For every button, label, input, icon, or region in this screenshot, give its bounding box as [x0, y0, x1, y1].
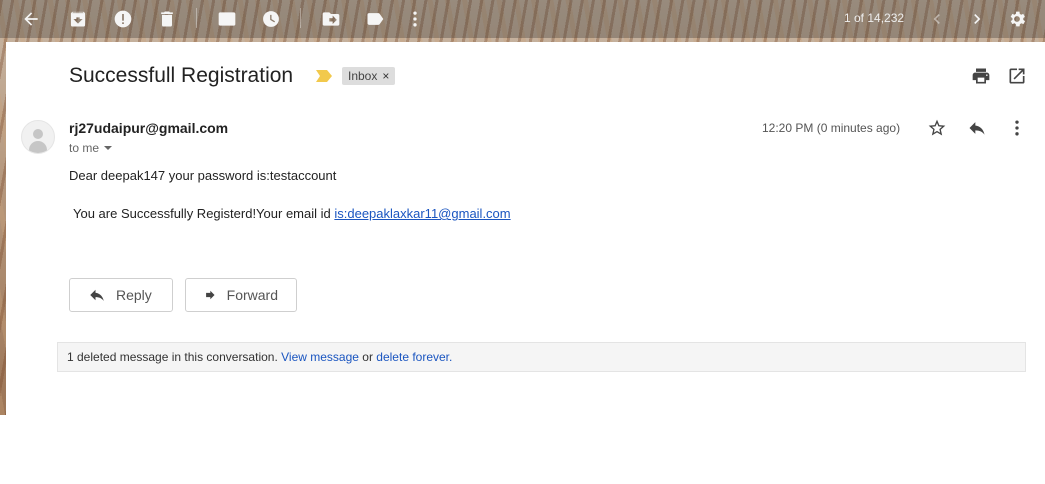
recipient-text: to me [69, 141, 100, 155]
labels-icon[interactable] [364, 8, 386, 30]
more-vert-icon[interactable] [404, 8, 426, 30]
remove-label-button[interactable]: × [382, 69, 389, 83]
forward-button-label: Forward [226, 287, 278, 303]
toolbar-divider [300, 8, 301, 28]
top-toolbar: 1 of 14,232 [0, 0, 1045, 38]
snooze-icon[interactable] [260, 8, 282, 30]
delete-forever-link[interactable]: delete forever. [376, 350, 452, 364]
email-subject: Successfull Registration [69, 64, 294, 87]
back-arrow-icon[interactable] [20, 8, 42, 30]
move-to-icon[interactable] [320, 8, 342, 30]
toolbar-divider [196, 8, 197, 28]
chevron-down-icon [104, 146, 113, 150]
chevron-right-icon[interactable] [966, 8, 988, 30]
email-body-line: You are Successfully Registerd!Your emai… [73, 206, 511, 221]
reply-icon [90, 289, 104, 301]
deleted-notice-or: or [358, 350, 377, 364]
email-timestamp: 12:20 PM (0 minutes ago) [762, 121, 901, 135]
sender-email[interactable]: rj27udaipur@gmail.com [69, 120, 228, 136]
deleted-notice-text: 1 deleted message in this conversation. [67, 350, 282, 364]
email-body-text: You are Successfully Registerd!Your emai… [73, 206, 335, 221]
email-body-link[interactable]: is:deepaklaxkar11@gmail.com [334, 206, 510, 221]
email-card: Successfull Registration Inbox × rj27uda… [6, 42, 1045, 415]
report-spam-icon[interactable] [112, 8, 134, 30]
open-in-new-window-icon[interactable] [1007, 66, 1027, 86]
forward-icon [206, 290, 215, 300]
print-icon[interactable] [971, 66, 991, 86]
reply-button-label: Reply [116, 287, 152, 303]
archive-icon[interactable] [67, 8, 89, 30]
importance-marker-icon[interactable] [316, 70, 332, 82]
delete-icon[interactable] [156, 8, 178, 30]
email-body-line: Dear deepak147 your password is:testacco… [69, 168, 337, 183]
forward-button[interactable]: Forward [185, 278, 297, 312]
view-message-link[interactable]: View message [281, 350, 359, 364]
sender-avatar [21, 120, 55, 154]
recipient-details-toggle[interactable]: to me [69, 141, 113, 155]
mark-unread-icon[interactable] [216, 8, 238, 30]
chevron-left-icon[interactable] [926, 8, 948, 30]
settings-gear-icon[interactable] [1006, 8, 1028, 30]
star-icon[interactable] [927, 118, 947, 138]
deleted-message-notice: 1 deleted message in this conversation. … [57, 342, 1026, 372]
inbox-label-chip: Inbox × [342, 67, 396, 85]
reply-icon[interactable] [967, 118, 987, 138]
message-count: 1 of 14,232 [844, 11, 905, 25]
reply-button[interactable]: Reply [69, 278, 173, 312]
label-chip-text: Inbox [348, 69, 378, 83]
more-options-icon[interactable] [1007, 118, 1027, 138]
